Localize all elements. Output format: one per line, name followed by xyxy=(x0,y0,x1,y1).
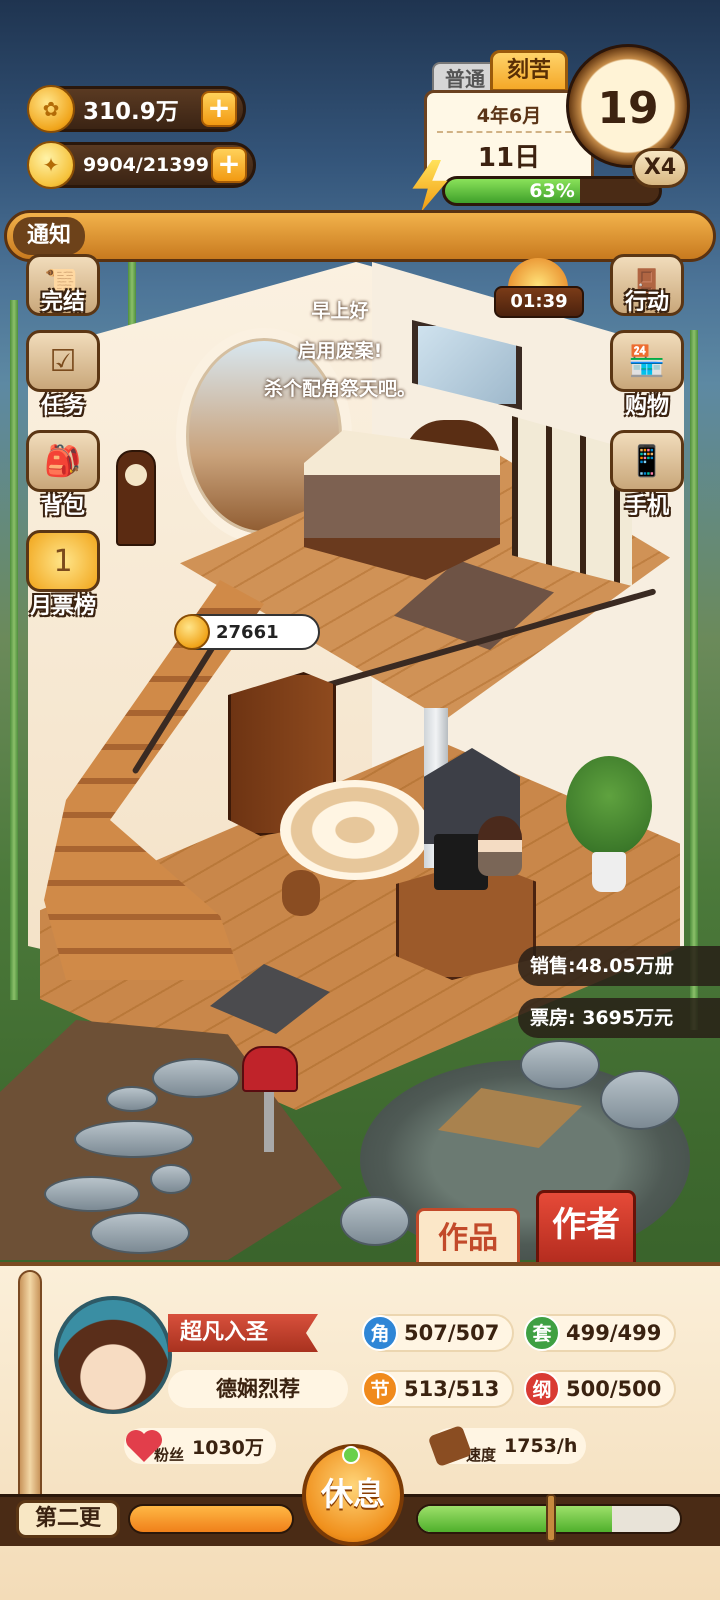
mailbox-post xyxy=(264,1092,274,1152)
writing-speed-stat: 速度 1753/h xyxy=(427,1424,586,1468)
fans-value: 1030万 xyxy=(192,1436,264,1459)
mode-hard-tab[interactable]: 刻苦 xyxy=(490,50,568,92)
chapter-progress-left-fill xyxy=(130,1506,292,1532)
side-button-shop[interactable]: 🏪 购物 xyxy=(604,330,690,419)
chapter-progress-left xyxy=(128,1504,294,1534)
coin-collect-value: 27661 xyxy=(216,621,279,643)
event-timer[interactable]: 01:39 xyxy=(494,286,584,318)
mailbox[interactable] xyxy=(242,1046,298,1092)
attribute-badge: 角 xyxy=(362,1315,398,1351)
speed-value: 1753/h xyxy=(504,1435,578,1457)
energy-percent: 63% xyxy=(529,180,575,202)
clock-value: 19 xyxy=(597,83,659,134)
sales-stat: 销售:48.05万册 xyxy=(518,946,720,986)
bamboo-stalk xyxy=(690,330,698,1030)
attribute-badge: 纲 xyxy=(524,1371,560,1407)
plant-pot xyxy=(592,852,626,892)
stepping-stone xyxy=(44,1176,140,1212)
chapter-label: 第二更 xyxy=(16,1500,120,1538)
energy-bar: 63% xyxy=(442,176,662,206)
add-gold-button[interactable]: + xyxy=(201,91,237,127)
notification-label: 通知 xyxy=(13,217,85,255)
shop-icon: 🏪 xyxy=(610,330,684,392)
pet-dog[interactable] xyxy=(282,870,320,916)
author-name: 德娴烈荐 xyxy=(168,1370,348,1408)
speed-multiplier-button[interactable]: X4 xyxy=(632,148,688,188)
pond-rock xyxy=(600,1070,680,1130)
attribute-value: 513/513 xyxy=(404,1377,500,1401)
round-rug xyxy=(280,780,430,880)
chapter-progress-right-fill xyxy=(418,1506,612,1532)
coin-icon xyxy=(174,614,210,650)
gold-coin-icon: ✿ xyxy=(27,85,75,133)
side-button-tasks[interactable]: ☑ 任务 xyxy=(20,330,106,419)
stepping-stone xyxy=(74,1120,194,1158)
greeting-line: 杀个配角祭天吧。 xyxy=(263,378,416,400)
side-button-label: 月票榜 xyxy=(29,594,96,619)
attribute-routine: 套 499/499 xyxy=(524,1314,676,1352)
author-avatar[interactable] xyxy=(54,1296,172,1414)
pond-rock xyxy=(520,1040,600,1090)
attribute-badge: 套 xyxy=(524,1315,560,1351)
panel-scroll-ornament xyxy=(18,1270,42,1510)
side-button-monthly-ranking[interactable]: 1 月票榜 xyxy=(20,530,106,619)
attribute-value: 500/500 xyxy=(566,1377,662,1401)
fans-stat: 粉丝 1030万 xyxy=(124,1428,276,1464)
stepping-stone xyxy=(152,1058,240,1098)
lightbulb-icon: ✦ xyxy=(27,141,75,189)
side-button-label: 完结 xyxy=(40,290,85,315)
side-button-completed[interactable]: 📜 完结 xyxy=(20,254,106,342)
side-button-backpack[interactable]: 🎒 背包 xyxy=(20,430,106,519)
progress-marker xyxy=(546,1494,556,1542)
gold-counter: ✿ 310.9万 + xyxy=(27,85,246,133)
gold-value: 310.9万 xyxy=(83,99,179,125)
checklist-icon: ☑ xyxy=(26,330,100,392)
gold-medal-icon: 1 xyxy=(26,530,100,592)
potted-tree xyxy=(566,756,652,856)
pond-rock xyxy=(340,1196,410,1246)
stepping-stone xyxy=(150,1164,192,1194)
attribute-value: 507/507 xyxy=(404,1321,500,1345)
rest-status-dot xyxy=(342,1446,360,1464)
author-character[interactable] xyxy=(478,816,522,876)
side-button-label: 背包 xyxy=(40,494,85,519)
phone-icon: 📱 xyxy=(610,430,684,492)
tab-author[interactable]: 作者 xyxy=(536,1190,636,1266)
add-inspiration-button[interactable]: + xyxy=(211,147,247,183)
attribute-badge: 节 xyxy=(362,1371,398,1407)
side-button-action[interactable]: 🚪 行动 xyxy=(604,254,690,342)
attribute-character: 角 507/507 xyxy=(362,1314,514,1352)
attribute-pacing: 节 513/513 xyxy=(362,1370,514,1408)
side-button-label: 手机 xyxy=(624,494,669,519)
grandfather-clock[interactable] xyxy=(116,450,156,546)
side-button-phone[interactable]: 📱 手机 xyxy=(604,430,690,519)
side-button-label: 行动 xyxy=(624,290,669,315)
coin-collect-bubble[interactable]: 27661 xyxy=(174,614,320,650)
stepping-stone xyxy=(106,1086,158,1112)
inspiration-counter: ✦ 9904/21399 + xyxy=(27,141,256,189)
tab-works[interactable]: 作品 xyxy=(416,1208,520,1268)
backpack-icon: 🎒 xyxy=(26,430,100,492)
greeting-line: 早上好 xyxy=(311,300,369,322)
calendar-day: 11日 xyxy=(477,143,541,173)
greeting-line: 启用废案! xyxy=(297,340,383,362)
inspiration-value: 9904/21399 xyxy=(83,154,209,176)
bamboo-stalk xyxy=(10,300,18,1000)
calendar-divider xyxy=(437,131,581,133)
speed-caption: 速度 xyxy=(466,1445,497,1464)
author-title-banner: 超凡入圣 xyxy=(168,1314,318,1352)
stepping-stone xyxy=(90,1212,190,1254)
side-button-label: 任务 xyxy=(40,394,85,419)
side-button-label: 购物 xyxy=(624,394,669,419)
box-office-stat: 票房: 3695万元 xyxy=(518,998,720,1038)
attribute-outline: 纲 500/500 xyxy=(524,1370,676,1408)
attribute-value: 499/499 xyxy=(566,1321,662,1345)
